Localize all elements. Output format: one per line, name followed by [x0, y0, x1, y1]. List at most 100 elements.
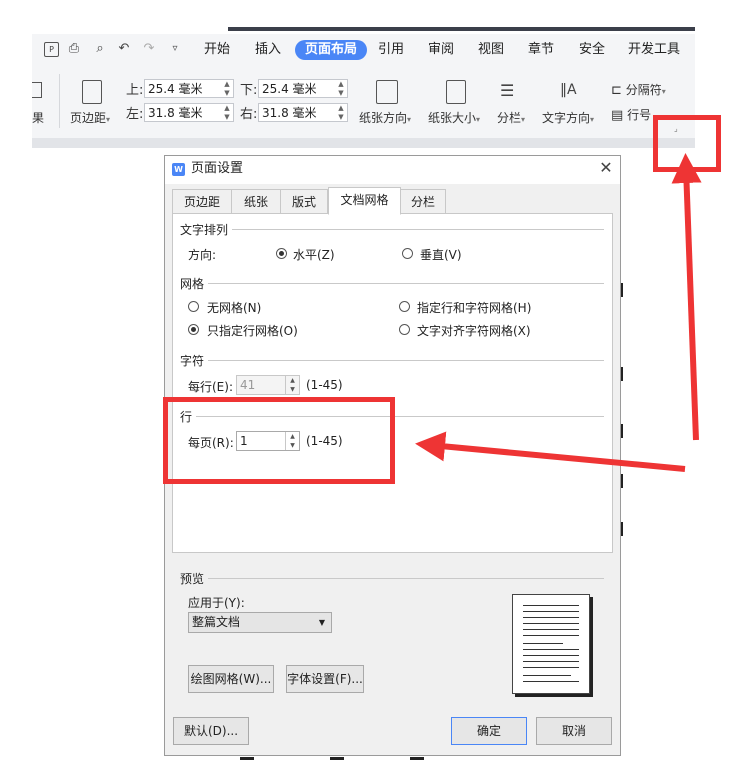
preview-line [523, 623, 579, 624]
tab-layout[interactable]: 版式 [280, 189, 328, 213]
radio-no-grid[interactable] [188, 301, 199, 312]
margin-left-input[interactable]: 31.8 毫米 ▲ ▼ [144, 103, 234, 122]
doc-text-fragment [410, 757, 424, 760]
section-chars: 字符 [180, 354, 205, 368]
preview-line [523, 667, 579, 668]
print-preview-icon[interactable]: ⌕ [92, 41, 108, 57]
preview-line [523, 649, 579, 650]
direction-label: 方向: [188, 248, 217, 262]
columns-button[interactable]: 分栏▾ [497, 109, 525, 126]
text-direction-button[interactable]: 文字方向▾ [542, 109, 594, 126]
tab-security[interactable]: 安全 [579, 40, 605, 60]
radio-horizontal[interactable] [276, 248, 287, 259]
radio-no-grid-label[interactable]: 无网格(N) [207, 299, 261, 316]
undo-icon[interactable]: ↶ [116, 41, 132, 57]
line-number-label: 行号 [627, 108, 652, 122]
chars-per-line-input[interactable]: 41 ▲ ▼ [236, 375, 300, 395]
text-direction-icon[interactable]: ‖A [560, 78, 582, 102]
orientation-button[interactable]: 纸张方向▾ [359, 109, 411, 126]
margin-bottom-input[interactable]: 25.4 毫米 ▲ ▼ [258, 79, 348, 98]
margins-icon[interactable] [82, 80, 102, 104]
paper-size-icon[interactable] [446, 80, 466, 104]
section-preview: 预览 [180, 572, 205, 586]
chars-per-line-label: 每行(E): [188, 380, 233, 394]
apply-to-select[interactable]: 整篇文档 ▼ [188, 612, 332, 633]
tab-view[interactable]: 视图 [478, 40, 504, 60]
line-number-button[interactable]: ▤ 行号 [611, 106, 651, 123]
margin-right-input[interactable]: 31.8 毫米 ▲ ▼ [258, 103, 348, 122]
tab-margins[interactable]: 页边距 [172, 189, 232, 213]
print-icon[interactable]: ⎙ [66, 41, 82, 57]
tab-chapter[interactable]: 章节 [528, 40, 554, 60]
tab-developer[interactable]: 开发工具 [628, 40, 680, 60]
chevron-down-icon: ▾ [521, 115, 526, 124]
spin-arrows-icon[interactable]: ▲ ▼ [337, 104, 345, 122]
spin-arrows-icon[interactable]: ▲ ▼ [223, 104, 231, 122]
annotation-arrow-up [671, 153, 702, 441]
margin-bottom-value: 25.4 毫米 [262, 82, 317, 96]
tab-home[interactable]: 开始 [204, 40, 230, 60]
tab-insert[interactable]: 插入 [255, 40, 281, 60]
preview-line [523, 681, 579, 682]
spin-arrows-icon[interactable]: ▲ ▼ [223, 80, 231, 98]
annotation-arrow-left [415, 431, 686, 472]
preview-line [523, 643, 563, 644]
preview-line [523, 661, 579, 662]
line-number-icon: ▤ [611, 108, 624, 123]
tab-document-grid[interactable]: 文档网格 [328, 187, 401, 215]
ok-button[interactable]: 确定 [451, 717, 527, 745]
tab-review[interactable]: 审阅 [428, 40, 454, 60]
default-button[interactable]: 默认(D)... [173, 717, 249, 745]
tab-references[interactable]: 引用 [378, 40, 404, 60]
radio-line-grid-only[interactable] [188, 324, 199, 335]
preview-line [523, 617, 579, 618]
chevron-down-icon: ▾ [476, 115, 481, 124]
preview-line [523, 655, 579, 656]
spin-arrows-icon[interactable]: ▲ ▼ [337, 80, 345, 98]
margin-top-input[interactable]: 25.4 毫米 ▲ ▼ [144, 79, 234, 98]
annotation-arrows [415, 153, 702, 472]
doc-text-fragment [330, 757, 344, 760]
text-direction-label: 文字方向 [542, 111, 591, 125]
break-button[interactable]: ⊏ 分隔符▾ [611, 81, 666, 98]
pdf-icon[interactable]: P [44, 42, 59, 57]
columns-icon[interactable]: ☰ [500, 80, 522, 102]
chars-range: (1-45) [306, 378, 343, 392]
margin-top-label: 上: [126, 83, 144, 98]
apply-to-value: 整篇文档 [192, 615, 241, 629]
margin-left-label: 左: [126, 107, 144, 122]
section-text-arrange: 文字排列 [180, 223, 229, 237]
paper-size-label: 纸张大小 [428, 111, 477, 125]
margins-button[interactable]: 页边距▾ [70, 109, 110, 126]
more-icon[interactable]: ▿ [167, 41, 183, 57]
orientation-icon[interactable] [376, 80, 398, 104]
dialog-title: 页面设置 [191, 161, 244, 176]
margin-right-label: 右: [240, 107, 258, 122]
section-grid: 网格 [180, 277, 205, 291]
redo-icon[interactable]: ↷ [141, 41, 157, 57]
orientation-label: 纸张方向 [359, 111, 408, 125]
window-top-border [228, 27, 695, 31]
wps-logo-icon: W [172, 163, 185, 176]
margin-left-value: 31.8 毫米 [148, 106, 203, 120]
chevron-down-icon: ▾ [661, 87, 666, 96]
paper-size-button[interactable]: 纸张大小▾ [428, 109, 480, 126]
annotation-box-lines [163, 397, 395, 484]
doc-text-fragment [240, 757, 254, 760]
tab-paper[interactable]: 纸张 [231, 189, 281, 213]
cancel-button[interactable]: 取消 [536, 717, 612, 745]
spin-arrows-icon[interactable]: ▲ ▼ [285, 376, 299, 394]
draw-grid-button[interactable]: 绘图网格(W)... [188, 665, 274, 693]
margin-bottom-label: 下: [240, 83, 258, 98]
cut-off-label: 果 [32, 111, 45, 125]
font-settings-button[interactable]: 字体设置(F)... [286, 665, 364, 693]
tab-page-layout[interactable]: 页面布局 [295, 40, 368, 60]
radio-horizontal-label[interactable]: 水平(Z) [293, 246, 335, 263]
preview-line [523, 629, 579, 630]
radio-line-grid-only-label[interactable]: 只指定行网格(O) [207, 322, 298, 339]
apply-to-label: 应用于(Y): [188, 596, 245, 610]
chevron-down-icon: ▾ [590, 115, 595, 124]
preview-page [512, 594, 590, 694]
ribbon [32, 66, 695, 138]
break-label: 分隔符 [625, 83, 662, 97]
